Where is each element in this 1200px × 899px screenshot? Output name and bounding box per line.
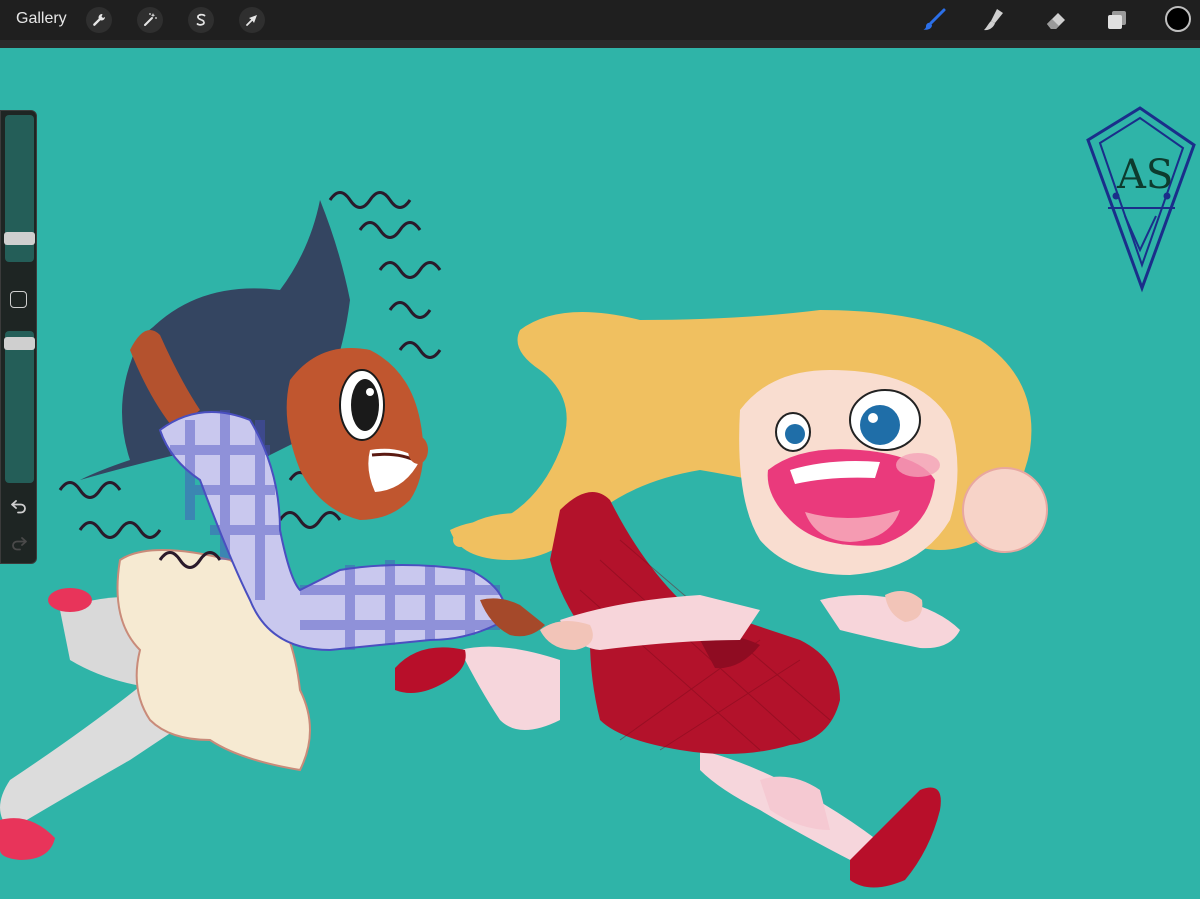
magic-wand-icon[interactable] xyxy=(137,7,163,33)
wrench-icon[interactable] xyxy=(86,7,112,33)
brush-icon[interactable] xyxy=(920,6,948,34)
layers-icon[interactable] xyxy=(1103,6,1131,34)
svg-text:AS: AS xyxy=(1116,152,1173,198)
canvas-artwork[interactable]: AS xyxy=(0,48,1200,899)
color-picker-swatch[interactable] xyxy=(1165,6,1191,32)
arrow-cursor-icon[interactable] xyxy=(239,7,265,33)
eraser-icon[interactable] xyxy=(1042,6,1070,34)
signature-logo: AS xyxy=(1086,106,1196,293)
top-toolbar: Gallery xyxy=(0,0,1200,48)
toolbar-divider xyxy=(0,40,1200,48)
selection-s-icon[interactable] xyxy=(188,7,214,33)
smudge-icon[interactable] xyxy=(980,6,1008,34)
gallery-button[interactable]: Gallery xyxy=(16,10,67,28)
